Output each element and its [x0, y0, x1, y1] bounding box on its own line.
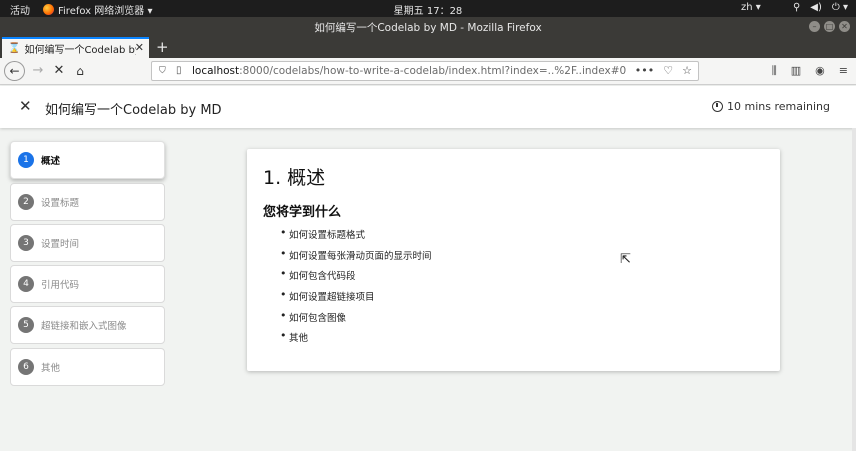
- mouse-cursor-icon: ⇱: [620, 252, 631, 267]
- step-3[interactable]: 3 设置时间: [10, 224, 165, 262]
- url-path: :8000/codelabs/how-to-write-a-codelab/in…: [239, 65, 627, 77]
- clock-icon: [711, 101, 723, 112]
- url-bar[interactable]: ⛉ ▯ localhost:8000/codelabs/how-to-write…: [151, 61, 699, 81]
- list-item: 如何包含代码段: [280, 267, 432, 289]
- step-4[interactable]: 4 引用代码: [10, 265, 165, 303]
- window-title: 如何编写一个Codelab by MD - Mozilla Firefox: [314, 22, 542, 34]
- system-tray[interactable]: ⚲ ◀) ⏻ ▾: [793, 2, 848, 13]
- input-language[interactable]: zh ▾: [741, 2, 761, 13]
- time-remaining-label: 10 mins remaining: [726, 100, 830, 113]
- tab-label: 如何编写一个Codelab by MD: [24, 45, 136, 56]
- new-tab-button[interactable]: +: [156, 38, 169, 56]
- system-top-bar: 活动 Firefox 网络浏览器 ▾ 星期五 17：28 zh ▾ ⚲ ◀) ⏻…: [0, 0, 856, 17]
- tab-bar: ⌛ 如何编写一个Codelab by MD ✕ +: [0, 37, 856, 58]
- time-remaining: 10 mins remaining: [711, 100, 830, 113]
- list-item: 如何设置标题格式: [280, 226, 432, 248]
- step-heading: 1. 概述: [263, 167, 326, 189]
- step-subheading: 您将学到什么: [263, 205, 342, 220]
- page-actions-icon[interactable]: •••: [635, 62, 654, 80]
- page-scrollbar[interactable]: [852, 128, 856, 451]
- codelab-title: 如何编写一个Codelab by MD: [45, 103, 222, 118]
- volume-icon[interactable]: ◀): [810, 2, 822, 13]
- step-5[interactable]: 5 超链接和嵌入式图像: [10, 306, 165, 344]
- step-content-card: 1. 概述 您将学到什么 如何设置标题格式 如何设置每张滑动页面的显示时间 如何…: [247, 149, 780, 371]
- list-item: 其他: [280, 329, 432, 351]
- accessibility-icon[interactable]: ⚲: [793, 2, 800, 13]
- forward-button[interactable]: →: [30, 61, 46, 81]
- step-label: 引用代码: [41, 280, 80, 291]
- toolbar-right: ⫼ ▥ ◉ ≡: [772, 64, 848, 78]
- close-window-icon[interactable]: ✕: [839, 21, 850, 32]
- list-item: 如何设置每张滑动页面的显示时间: [280, 247, 432, 269]
- step-label: 设置时间: [41, 239, 80, 250]
- library-icon[interactable]: ⫼: [772, 64, 777, 78]
- learning-list: 如何设置标题格式 如何设置每张滑动页面的显示时间 如何包含代码段 如何设置超链接…: [280, 226, 432, 351]
- step-label: 超链接和嵌入式图像: [41, 321, 127, 332]
- codelab-header: ✕ 如何编写一个Codelab by MD 10 mins remaining: [0, 86, 856, 128]
- step-number: 1: [18, 152, 34, 168]
- tab-close-icon[interactable]: ✕: [135, 41, 144, 54]
- navigation-toolbar: ← → ✕ ⌂ ⛉ ▯ localhost:8000/codelabs/how-…: [0, 58, 856, 85]
- window-controls: – □ ✕: [809, 21, 850, 32]
- step-number: 3: [18, 235, 34, 251]
- page-info-icon[interactable]: ▯: [176, 62, 182, 80]
- close-icon[interactable]: ✕: [19, 97, 32, 115]
- step-number: 5: [18, 317, 34, 333]
- window-title-bar: 如何编写一个Codelab by MD - Mozilla Firefox – …: [0, 17, 856, 37]
- step-number: 2: [18, 194, 34, 210]
- step-2[interactable]: 2 设置标题: [10, 183, 165, 221]
- list-item: 如何设置超链接项目: [280, 288, 432, 310]
- account-icon[interactable]: ◉: [815, 64, 825, 78]
- step-label: 设置标题: [41, 198, 80, 209]
- system-clock[interactable]: 星期五 17：28: [0, 2, 856, 17]
- maximize-icon[interactable]: □: [824, 21, 835, 32]
- bookmark-star-icon[interactable]: ☆: [682, 62, 692, 80]
- step-label: 概述: [41, 156, 61, 167]
- tab-codelab[interactable]: ⌛ 如何编写一个Codelab by MD ✕: [2, 37, 149, 58]
- step-1[interactable]: 1 概述: [10, 141, 165, 179]
- tracking-shield-icon[interactable]: ⛉: [159, 62, 166, 80]
- power-icon[interactable]: ⏻ ▾: [832, 2, 848, 13]
- step-label: 其他: [41, 363, 61, 374]
- url-host: localhost: [192, 65, 240, 77]
- step-number: 6: [18, 359, 34, 375]
- minimize-icon[interactable]: –: [809, 21, 820, 32]
- step-number: 4: [18, 276, 34, 292]
- home-button[interactable]: ⌂: [72, 61, 88, 81]
- list-item: 如何包含图像: [280, 309, 432, 331]
- menu-icon[interactable]: ≡: [839, 64, 848, 78]
- step-6[interactable]: 6 其他: [10, 348, 165, 386]
- pocket-icon[interactable]: ♡: [663, 62, 673, 80]
- sidebar-icon[interactable]: ▥: [791, 64, 801, 78]
- url-text[interactable]: localhost:8000/codelabs/how-to-write-a-c…: [192, 62, 626, 80]
- hourglass-icon: ⌛: [8, 43, 21, 54]
- url-actions: ••• ♡ ☆: [635, 62, 692, 80]
- stop-button[interactable]: ✕: [52, 61, 66, 81]
- back-button[interactable]: ←: [4, 61, 25, 81]
